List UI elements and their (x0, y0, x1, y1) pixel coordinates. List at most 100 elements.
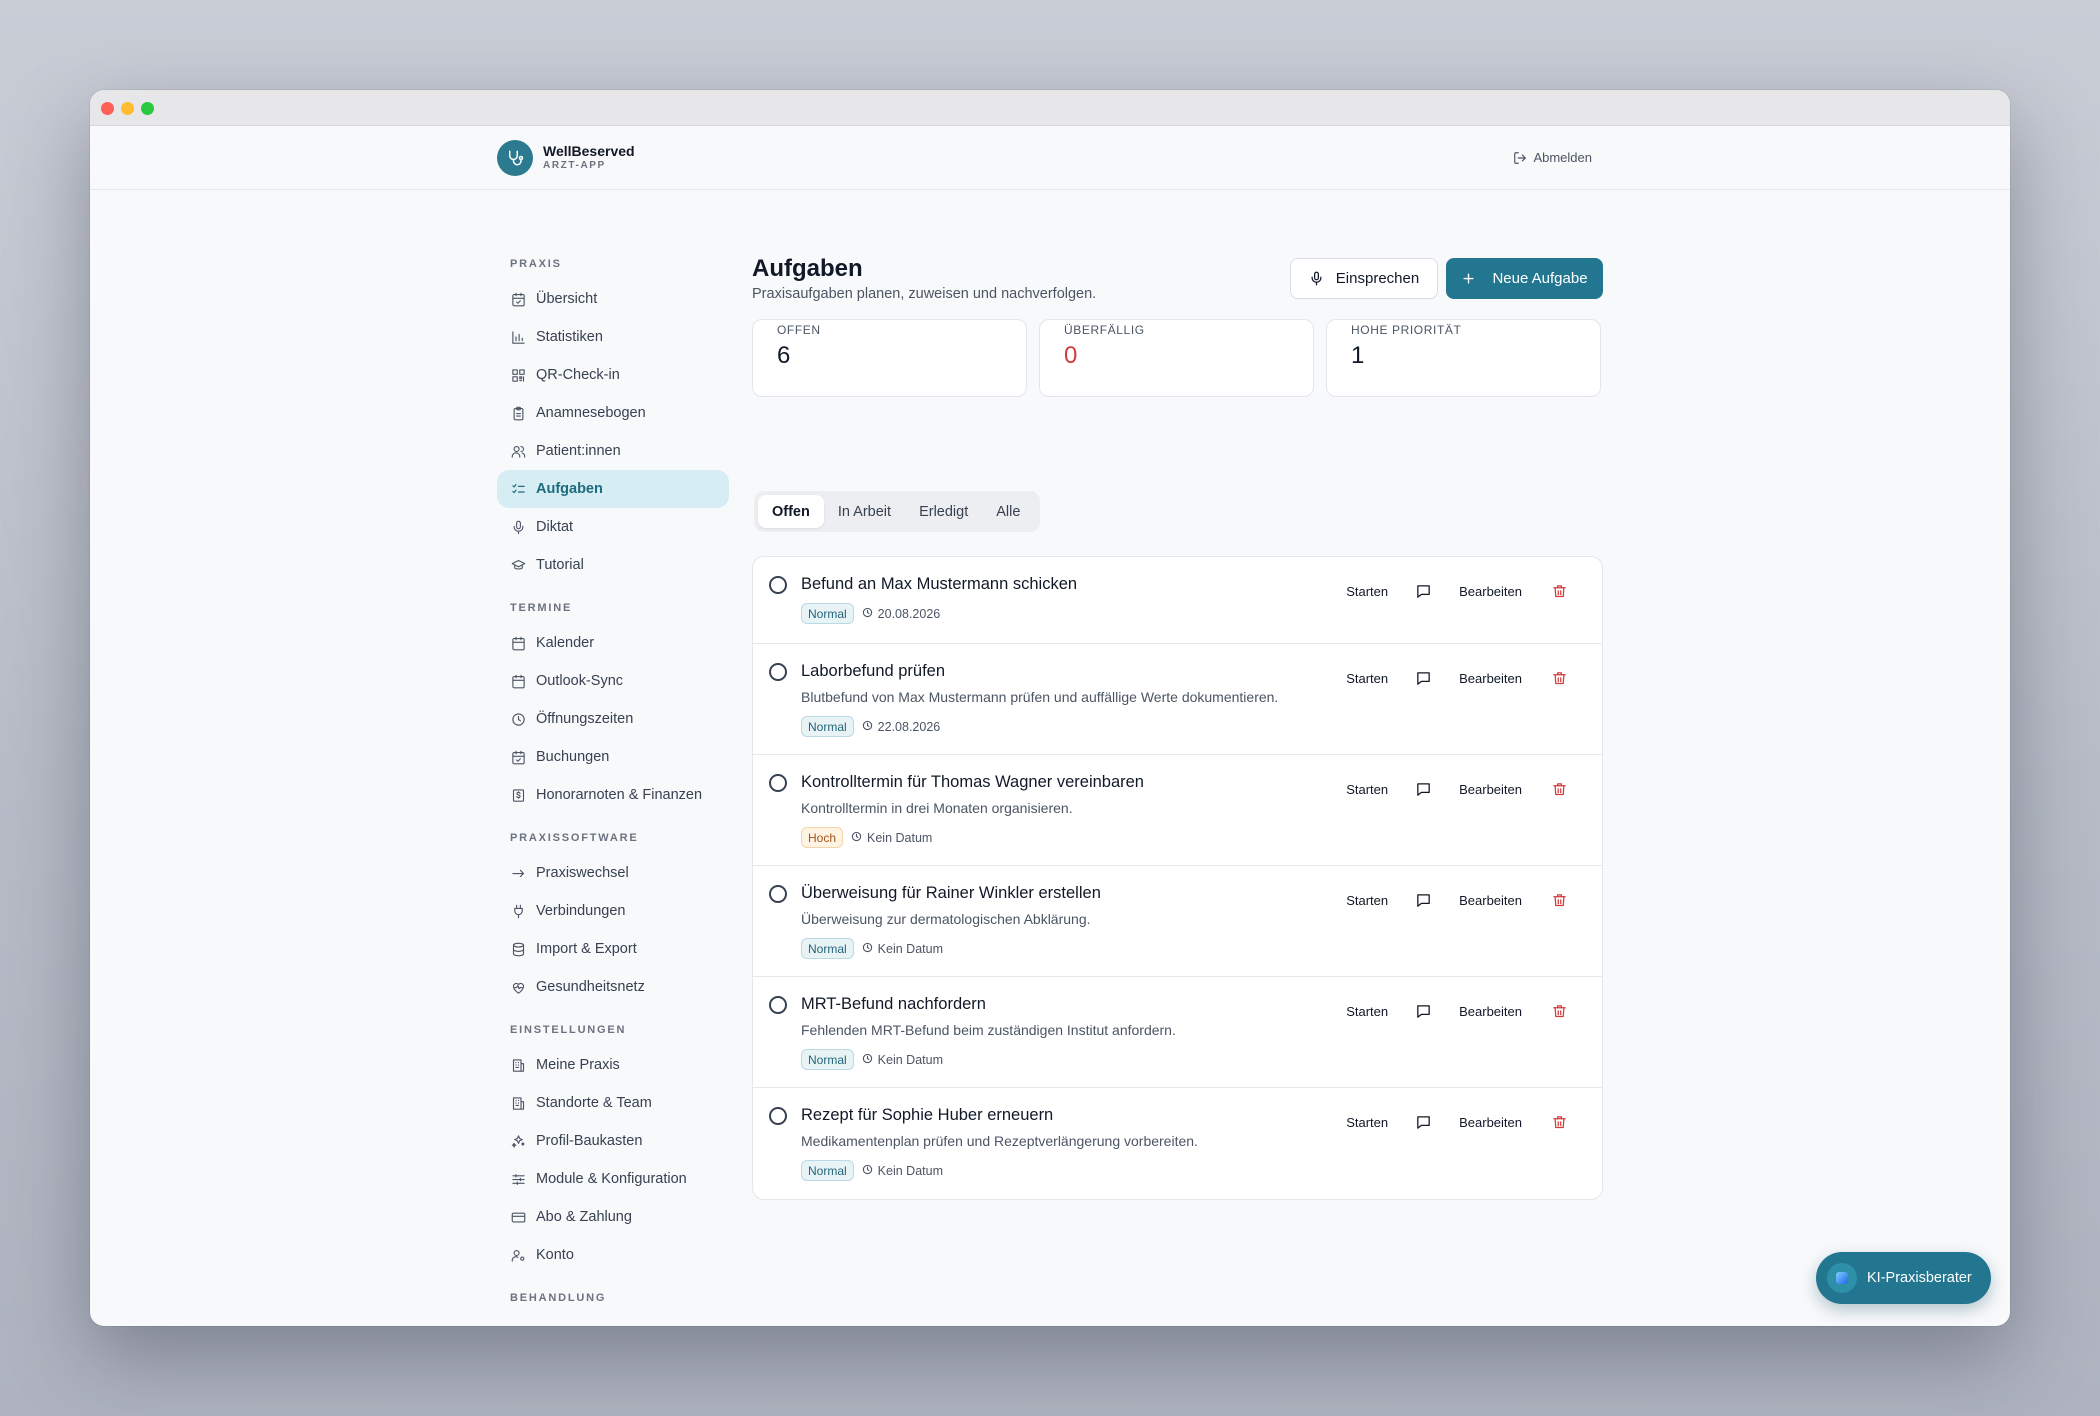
due-date: Kein Datum (862, 942, 943, 956)
brand-name: WellBeserved (543, 143, 635, 159)
task-complete-checkbox[interactable] (769, 885, 787, 903)
sidebar: PRAXIS Übersicht Statistiken QR-Check-in Ana… (497, 254, 729, 1326)
due-date: Kein Datum (862, 1164, 943, 1178)
tab-offen[interactable]: Offen (758, 495, 824, 528)
tab-in-arbeit[interactable]: In Arbeit (824, 495, 905, 528)
sidebar-item-uebersicht[interactable]: Übersicht (497, 280, 729, 318)
new-task-button[interactable]: Neue Aufgabe (1446, 258, 1603, 299)
sidebar-item-abo-zahlung[interactable]: Abo & Zahlung (497, 1198, 729, 1236)
task-title[interactable]: Rezept für Sophie Huber erneuern (801, 1106, 1053, 1125)
edit-task-button[interactable]: Bearbeiten (1459, 584, 1522, 599)
task-meta: Normal Kein Datum (801, 1160, 943, 1181)
sidebar-item-label: Arztbereich (536, 1325, 609, 1326)
sparkles-icon (510, 1133, 526, 1149)
stat-label: OFFEN (777, 323, 821, 337)
assistant-icon (1827, 1263, 1857, 1293)
tab-erledigt[interactable]: Erledigt (905, 495, 982, 528)
sidebar-item-patient-innen[interactable]: Patient:innen (497, 432, 729, 470)
edit-task-button[interactable]: Bearbeiten (1459, 1115, 1522, 1130)
comment-icon[interactable] (1414, 780, 1432, 798)
task-complete-checkbox[interactable] (769, 774, 787, 792)
trash-icon[interactable] (1550, 780, 1568, 798)
sidebar-section-termine: TERMINE (510, 602, 573, 614)
task-title[interactable]: Laborbefund prüfen (801, 662, 945, 681)
task-title[interactable]: Befund an Max Mustermann schicken (801, 575, 1077, 594)
sidebar-item-module-konfiguration[interactable]: Module & Konfiguration (497, 1160, 729, 1198)
start-task-button[interactable]: Starten (1346, 1115, 1388, 1130)
sidebar-item-import-export[interactable]: Import & Export (497, 930, 729, 968)
sidebar-item-meine-praxis[interactable]: Meine Praxis (497, 1046, 729, 1084)
logout-label: Abmelden (1533, 150, 1592, 165)
comment-icon[interactable] (1414, 669, 1432, 687)
sidebar-item-label: Outlook-Sync (536, 673, 624, 689)
minimize-window-button[interactable] (121, 102, 134, 115)
comment-icon[interactable] (1414, 891, 1432, 909)
trash-icon[interactable] (1550, 582, 1568, 600)
task-title[interactable]: Kontrolltermin für Thomas Wagner vereinb… (801, 773, 1144, 792)
edit-task-button[interactable]: Bearbeiten (1459, 671, 1522, 686)
sidebar-item-statistiken[interactable]: Statistiken (497, 318, 729, 356)
sidebar-item-tutorial[interactable]: Tutorial (497, 546, 729, 584)
edit-task-button[interactable]: Bearbeiten (1459, 893, 1522, 908)
trash-icon[interactable] (1550, 1002, 1568, 1020)
plus-icon (1463, 273, 1475, 284)
sidebar-item-aufgaben[interactable]: Aufgaben (497, 470, 729, 508)
stat-value: 1 (1351, 342, 1365, 369)
task-complete-checkbox[interactable] (769, 1107, 787, 1125)
sidebar-item-qr-check-in[interactable]: QR-Check-in (497, 356, 729, 394)
trash-icon[interactable] (1550, 1113, 1568, 1131)
stat-value: 6 (777, 342, 791, 369)
comment-icon[interactable] (1414, 1002, 1432, 1020)
sidebar-item-gesundheitsnetz[interactable]: Gesundheitsnetz (497, 968, 729, 1006)
sidebar-item-oeffnungszeiten[interactable]: Öffnungszeiten (497, 700, 729, 738)
start-task-button[interactable]: Starten (1346, 584, 1388, 599)
ai-assistant-button[interactable]: KI-Praxisberater (1816, 1252, 1991, 1304)
task-actions: Starten Bearbeiten (1346, 669, 1568, 687)
task-complete-checkbox[interactable] (769, 663, 787, 681)
comment-icon[interactable] (1414, 1113, 1432, 1131)
maximize-window-button[interactable] (141, 102, 154, 115)
sidebar-item-outlook-sync[interactable]: Outlook-Sync (497, 662, 729, 700)
task-list: Befund an Max Mustermann schicken Normal… (752, 556, 1603, 1200)
dictate-button[interactable]: Einsprechen (1290, 258, 1438, 299)
start-task-button[interactable]: Starten (1346, 893, 1388, 908)
logout-button[interactable]: Abmelden (1513, 150, 1592, 165)
tab-alle[interactable]: Alle (982, 495, 1034, 528)
sidebar-section-einstellungen: EINSTELLUNGEN (510, 1024, 627, 1036)
sidebar-item-kalender[interactable]: Kalender (497, 624, 729, 662)
sidebar-item-praxiswechsel[interactable]: Praxiswechsel (497, 854, 729, 892)
task-complete-checkbox[interactable] (769, 576, 787, 594)
task-title[interactable]: MRT-Befund nachfordern (801, 995, 986, 1014)
sidebar-item-label: Statistiken (536, 329, 603, 345)
sliders-icon (510, 1171, 526, 1187)
task-complete-checkbox[interactable] (769, 996, 787, 1014)
edit-task-button[interactable]: Bearbeiten (1459, 1004, 1522, 1019)
credit-card-icon (510, 1209, 526, 1225)
list-checks-icon (510, 481, 526, 497)
trash-icon[interactable] (1550, 891, 1568, 909)
sidebar-item-arztbereich[interactable]: Arztbereich (497, 1314, 729, 1326)
task-title[interactable]: Überweisung für Rainer Winkler erstellen (801, 884, 1101, 903)
comment-icon[interactable] (1414, 582, 1432, 600)
sidebar-item-profil-baukasten[interactable]: Profil-Baukasten (497, 1122, 729, 1160)
sidebar-item-label: Anamnesebogen (536, 405, 646, 421)
sidebar-item-konto[interactable]: Konto (497, 1236, 729, 1274)
task-meta: Normal 22.08.2026 (801, 716, 940, 737)
clock-icon (862, 1053, 878, 1067)
sidebar-item-verbindungen[interactable]: Verbindungen (497, 892, 729, 930)
sidebar-item-diktat[interactable]: Diktat (497, 508, 729, 546)
brand[interactable]: WellBeserved ARZT-APP (497, 140, 635, 176)
start-task-button[interactable]: Starten (1346, 1004, 1388, 1019)
close-window-button[interactable] (101, 102, 114, 115)
trash-icon[interactable] (1550, 669, 1568, 687)
sidebar-item-buchungen[interactable]: Buchungen (497, 738, 729, 776)
start-task-button[interactable]: Starten (1346, 671, 1388, 686)
sidebar-item-label: Diktat (536, 519, 574, 535)
sidebar-item-standorte-team[interactable]: Standorte & Team (497, 1084, 729, 1122)
start-task-button[interactable]: Starten (1346, 782, 1388, 797)
task-actions: Starten Bearbeiten (1346, 1002, 1568, 1020)
priority-badge: Hoch (801, 827, 844, 848)
sidebar-item-anamnesebogen[interactable]: Anamnesebogen (497, 394, 729, 432)
sidebar-item-honorarnoten-finanzen[interactable]: Honorarnoten & Finanzen (497, 776, 729, 814)
edit-task-button[interactable]: Bearbeiten (1459, 782, 1522, 797)
